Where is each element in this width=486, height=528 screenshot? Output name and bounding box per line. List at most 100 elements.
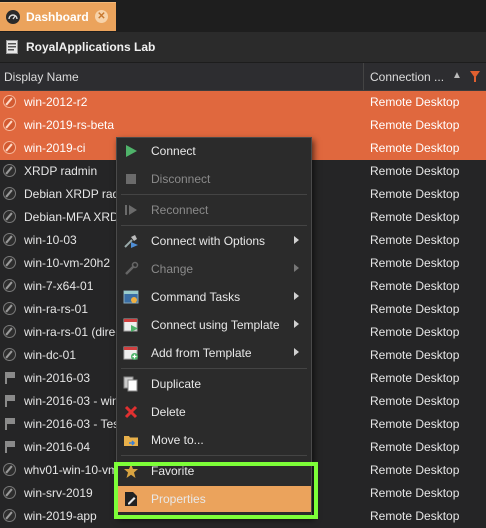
menu-item-reconnect[interactable]: Reconnect <box>117 197 311 223</box>
tab-bar: Dashboard ✕ <box>0 0 486 32</box>
row-name: win-ra-rs-01 (direct) <box>24 325 129 339</box>
row-connection-type: Remote Desktop <box>370 417 460 431</box>
menu-item-properties[interactable]: Properties <box>117 486 311 512</box>
row-connection-type: Remote Desktop <box>370 187 460 201</box>
row-connection-type: Remote Desktop <box>370 509 460 523</box>
menu-item-label: Favorite <box>151 464 195 478</box>
menu-separator <box>121 455 307 456</box>
menu-item-label: Delete <box>151 405 186 419</box>
menu-item-label: Add from Template <box>151 346 252 360</box>
menu-item-command-tasks[interactable]: Command Tasks <box>117 284 311 310</box>
document-header: RoyalApplications Lab <box>0 32 486 63</box>
row-connection-type: Remote Desktop <box>370 440 460 454</box>
menu-separator <box>121 225 307 226</box>
remote-desktop-icon <box>3 325 16 338</box>
row-name: XRDP radmin <box>24 164 98 178</box>
connect-options-icon <box>123 233 139 249</box>
row-name: win-2016-03 - win <box>24 394 119 408</box>
table-row[interactable]: win-2019-rs-beta Remote Desktop <box>0 114 486 137</box>
stop-icon <box>123 171 139 187</box>
folder-icon <box>123 432 139 448</box>
menu-item-label: Properties <box>151 492 206 506</box>
menu-item-delete[interactable]: Delete <box>117 399 311 425</box>
submenu-arrow-icon <box>294 264 299 272</box>
submenu-arrow-icon <box>294 292 299 300</box>
column-header-connection-type[interactable]: Connection ... <box>370 70 444 84</box>
remote-desktop-icon <box>3 348 16 361</box>
dashboard-icon <box>6 10 20 24</box>
column-header-display-name[interactable]: Display Name <box>4 70 79 84</box>
duplicate-icon <box>123 376 139 392</box>
row-name: win-2019-app <box>24 509 97 523</box>
row-name: win-2019-rs-beta <box>24 118 115 132</box>
star-icon <box>123 463 139 479</box>
grid-header: Display Name Connection ... ▲ <box>0 63 486 91</box>
row-name: win-2012-r2 <box>24 95 88 109</box>
document-icon <box>6 40 18 54</box>
row-name: win-srv-2019 <box>24 486 93 500</box>
menu-item-label: Change <box>151 262 194 276</box>
close-icon[interactable]: ✕ <box>95 10 108 23</box>
remote-desktop-icon <box>3 233 16 246</box>
remote-desktop-icon <box>3 486 16 499</box>
sort-ascending-icon[interactable]: ▲ <box>452 70 462 81</box>
menu-item-connect-using-template[interactable]: Connect using Template <box>117 312 311 338</box>
row-name: win-10-03 <box>24 233 77 247</box>
row-name: win-2016-03 - Test <box>24 417 123 431</box>
row-connection-type: Remote Desktop <box>370 463 460 477</box>
table-row[interactable]: win-2012-r2 Remote Desktop <box>0 91 486 114</box>
command-tasks-icon <box>123 289 139 305</box>
menu-item-label: Reconnect <box>151 203 209 217</box>
submenu-arrow-icon <box>294 236 299 244</box>
row-name: win-2016-03 <box>24 371 91 385</box>
menu-item-connect[interactable]: Connect <box>117 138 311 164</box>
menu-item-duplicate[interactable]: Duplicate <box>117 371 311 397</box>
template-connect-icon <box>123 317 139 333</box>
menu-item-disconnect[interactable]: Disconnect <box>117 166 311 192</box>
row-connection-type: Remote Desktop <box>370 348 460 362</box>
menu-item-label: Move to... <box>151 433 204 447</box>
remote-desktop-icon <box>3 302 16 315</box>
remote-desktop-icon <box>3 256 16 269</box>
row-connection-type: Remote Desktop <box>370 394 460 408</box>
menu-item-label: Connect using Template <box>151 318 280 332</box>
row-connection-type: Remote Desktop <box>370 164 460 178</box>
row-name: win-10-vm-20h2 <box>24 256 111 270</box>
row-name: Debian-MFA XRDP <box>24 210 127 224</box>
remote-desktop-icon <box>3 164 16 177</box>
row-name: win-7-x64-01 <box>24 279 94 293</box>
row-connection-type: Remote Desktop <box>370 141 460 155</box>
row-name: win-2019-ci <box>24 141 86 155</box>
menu-item-label: Command Tasks <box>151 290 241 304</box>
row-connection-type: Remote Desktop <box>370 371 460 385</box>
menu-item-label: Duplicate <box>151 377 202 391</box>
menu-item-add-from-template[interactable]: Add from Template <box>117 340 311 366</box>
row-connection-type: Remote Desktop <box>370 279 460 293</box>
row-connection-type: Remote Desktop <box>370 256 460 270</box>
menu-item-favorite[interactable]: Favorite <box>117 458 311 484</box>
remote-desktop-icon <box>3 95 16 108</box>
flag-icon <box>5 372 15 384</box>
menu-item-label: Connect with Options <box>151 234 266 248</box>
row-name: win-dc-01 <box>24 348 77 362</box>
row-connection-type: Remote Desktop <box>370 486 460 500</box>
row-connection-type: Remote Desktop <box>370 210 460 224</box>
menu-item-connect-with-options[interactable]: Connect with Options <box>117 228 311 254</box>
menu-item-move-to[interactable]: Move to... <box>117 427 311 453</box>
tab-dashboard[interactable]: Dashboard ✕ <box>0 2 116 31</box>
flag-icon <box>5 395 15 407</box>
row-name: win-2016-04 <box>24 440 91 454</box>
properties-icon <box>123 491 139 507</box>
remote-desktop-icon <box>3 210 16 223</box>
row-connection-type: Remote Desktop <box>370 118 460 132</box>
menu-separator <box>121 194 307 195</box>
flag-icon <box>5 418 15 430</box>
submenu-arrow-icon <box>294 348 299 356</box>
context-menu: Connect Disconnect Reconnect Connect wit… <box>116 137 312 517</box>
column-divider[interactable] <box>363 63 364 90</box>
template-add-icon <box>123 345 139 361</box>
play-icon <box>123 143 139 159</box>
menu-item-change[interactable]: Change <box>117 256 311 282</box>
row-connection-type: Remote Desktop <box>370 233 460 247</box>
menu-item-label: Disconnect <box>151 172 211 186</box>
